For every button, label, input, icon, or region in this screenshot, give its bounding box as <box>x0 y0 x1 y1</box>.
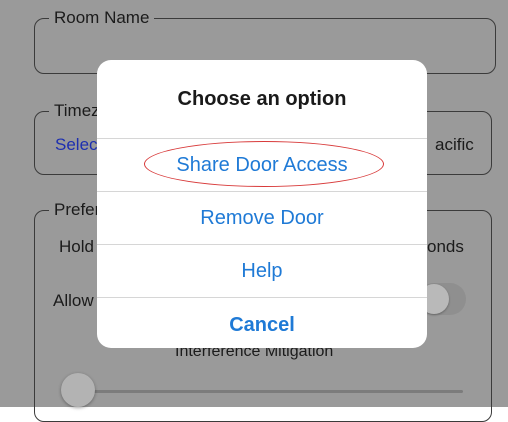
share-door-access-option[interactable]: Share Door Access <box>97 138 427 191</box>
help-label: Help <box>241 259 283 282</box>
remove-door-label: Remove Door <box>200 206 324 229</box>
action-sheet-title: Choose an option <box>177 87 347 110</box>
interference-slider-track[interactable] <box>75 390 463 393</box>
remove-door-option[interactable]: Remove Door <box>97 191 427 244</box>
hold-label: Hold <box>59 237 94 256</box>
timezone-value-text: acific <box>435 135 474 154</box>
share-door-access-label: Share Door Access <box>176 153 348 176</box>
option-action-sheet: Choose an option Share Door Access Remov… <box>97 60 427 348</box>
help-option[interactable]: Help <box>97 244 427 297</box>
allow-label: Allow <box>53 291 94 310</box>
timezone-select-text[interactable]: Selec <box>55 135 98 155</box>
room-name-legend: Room Name <box>49 8 155 28</box>
cancel-label: Cancel <box>229 313 295 336</box>
interference-slider-knob[interactable] <box>61 373 95 407</box>
cancel-button[interactable]: Cancel <box>97 297 427 348</box>
hold-value: onds <box>427 237 464 256</box>
